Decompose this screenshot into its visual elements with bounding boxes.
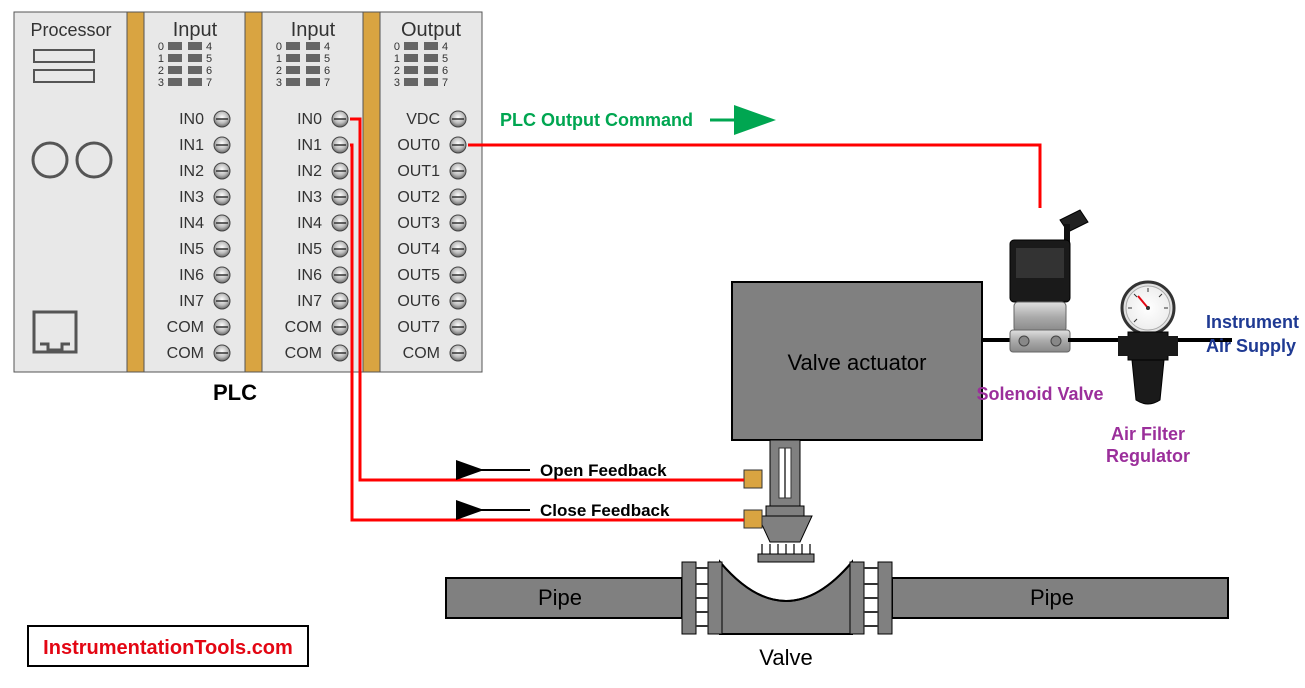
svg-text:IN4: IN4 (297, 215, 322, 232)
svg-text:4: 4 (324, 41, 330, 53)
svg-text:IN3: IN3 (297, 189, 322, 206)
processor-label: Processor (30, 20, 111, 40)
svg-text:6: 6 (442, 65, 448, 77)
svg-text:IN5: IN5 (179, 241, 204, 258)
svg-text:7: 7 (324, 77, 330, 89)
svg-text:OUT1: OUT1 (397, 163, 440, 180)
svg-text:COM: COM (167, 345, 204, 362)
svg-text:OUT2: OUT2 (397, 189, 440, 206)
svg-text:4: 4 (442, 41, 448, 53)
output-command-label: PLC Output Command (500, 110, 693, 130)
solenoid-valve-label: Solenoid Valve (976, 384, 1103, 404)
svg-text:COM: COM (285, 319, 322, 336)
svg-text:3: 3 (158, 77, 164, 89)
valve-body (708, 562, 864, 634)
svg-text:0: 0 (394, 41, 400, 53)
svg-text:IN2: IN2 (297, 163, 322, 180)
svg-text:OUT0: OUT0 (397, 137, 440, 154)
svg-text:OUT3: OUT3 (397, 215, 440, 232)
svg-text:InstrumentationTools.com: InstrumentationTools.com (43, 637, 293, 659)
svg-text:6: 6 (206, 65, 212, 77)
svg-text:COM: COM (167, 319, 204, 336)
svg-text:IN0: IN0 (179, 111, 204, 128)
svg-text:IN3: IN3 (179, 189, 204, 206)
svg-text:COM: COM (403, 345, 440, 362)
svg-text:OUT7: OUT7 (397, 319, 440, 336)
pipe-right-label: Pipe (1030, 585, 1074, 610)
instrument-air-label-1: Instrument (1206, 312, 1299, 332)
svg-text:IN6: IN6 (179, 267, 204, 284)
svg-text:3: 3 (276, 77, 282, 89)
watermark: InstrumentationTools.com (28, 626, 308, 666)
svg-text:5: 5 (442, 53, 448, 65)
actuator-stem (758, 440, 814, 562)
svg-text:2: 2 (276, 65, 282, 77)
module-header: Input (173, 19, 218, 41)
open-feedback-label: Open Feedback (540, 461, 667, 480)
module-header: Input (291, 19, 336, 41)
instrument-air-label-2: Air Supply (1206, 336, 1296, 356)
svg-text:IN0: IN0 (297, 111, 322, 128)
svg-text:IN4: IN4 (179, 215, 204, 232)
close-feedback-label: Close Feedback (540, 501, 670, 520)
svg-text:OUT5: OUT5 (397, 267, 440, 284)
svg-text:IN1: IN1 (179, 137, 204, 154)
pipe-left-label: Pipe (538, 585, 582, 610)
svg-text:OUT6: OUT6 (397, 293, 440, 310)
svg-text:4: 4 (206, 41, 212, 53)
svg-text:5: 5 (324, 53, 330, 65)
svg-text:IN7: IN7 (179, 293, 204, 310)
svg-text:VDC: VDC (406, 111, 440, 128)
svg-text:6: 6 (324, 65, 330, 77)
svg-text:OUT4: OUT4 (397, 241, 440, 258)
afr-label-1: Air Filter (1111, 424, 1185, 444)
close-limit-switch (744, 510, 762, 528)
svg-text:2: 2 (158, 65, 164, 77)
open-limit-switch (744, 470, 762, 488)
pipe-right: Pipe (864, 562, 1228, 634)
valve-actuator: Valve actuator (732, 282, 982, 440)
svg-text:1: 1 (158, 53, 164, 65)
svg-text:1: 1 (394, 53, 400, 65)
module-header: Output (401, 19, 461, 41)
svg-text:IN6: IN6 (297, 267, 322, 284)
svg-text:0: 0 (158, 41, 164, 53)
pipe-left: Pipe (446, 562, 708, 634)
valve-label: Valve (759, 645, 812, 670)
svg-text:IN5: IN5 (297, 241, 322, 258)
svg-text:1: 1 (276, 53, 282, 65)
plc-caption: PLC (213, 380, 257, 405)
svg-text:3: 3 (394, 77, 400, 89)
svg-text:IN7: IN7 (297, 293, 322, 310)
svg-text:COM: COM (285, 345, 322, 362)
svg-text:7: 7 (442, 77, 448, 89)
svg-text:IN1: IN1 (297, 137, 322, 154)
solenoid-valve (1010, 210, 1088, 352)
valve-actuator-label: Valve actuator (787, 350, 926, 375)
air-filter-regulator (1118, 282, 1178, 404)
svg-text:IN2: IN2 (179, 163, 204, 180)
svg-text:2: 2 (394, 65, 400, 77)
afr-label-2: Regulator (1106, 446, 1190, 466)
svg-text:7: 7 (206, 77, 212, 89)
svg-text:5: 5 (206, 53, 212, 65)
svg-text:0: 0 (276, 41, 282, 53)
